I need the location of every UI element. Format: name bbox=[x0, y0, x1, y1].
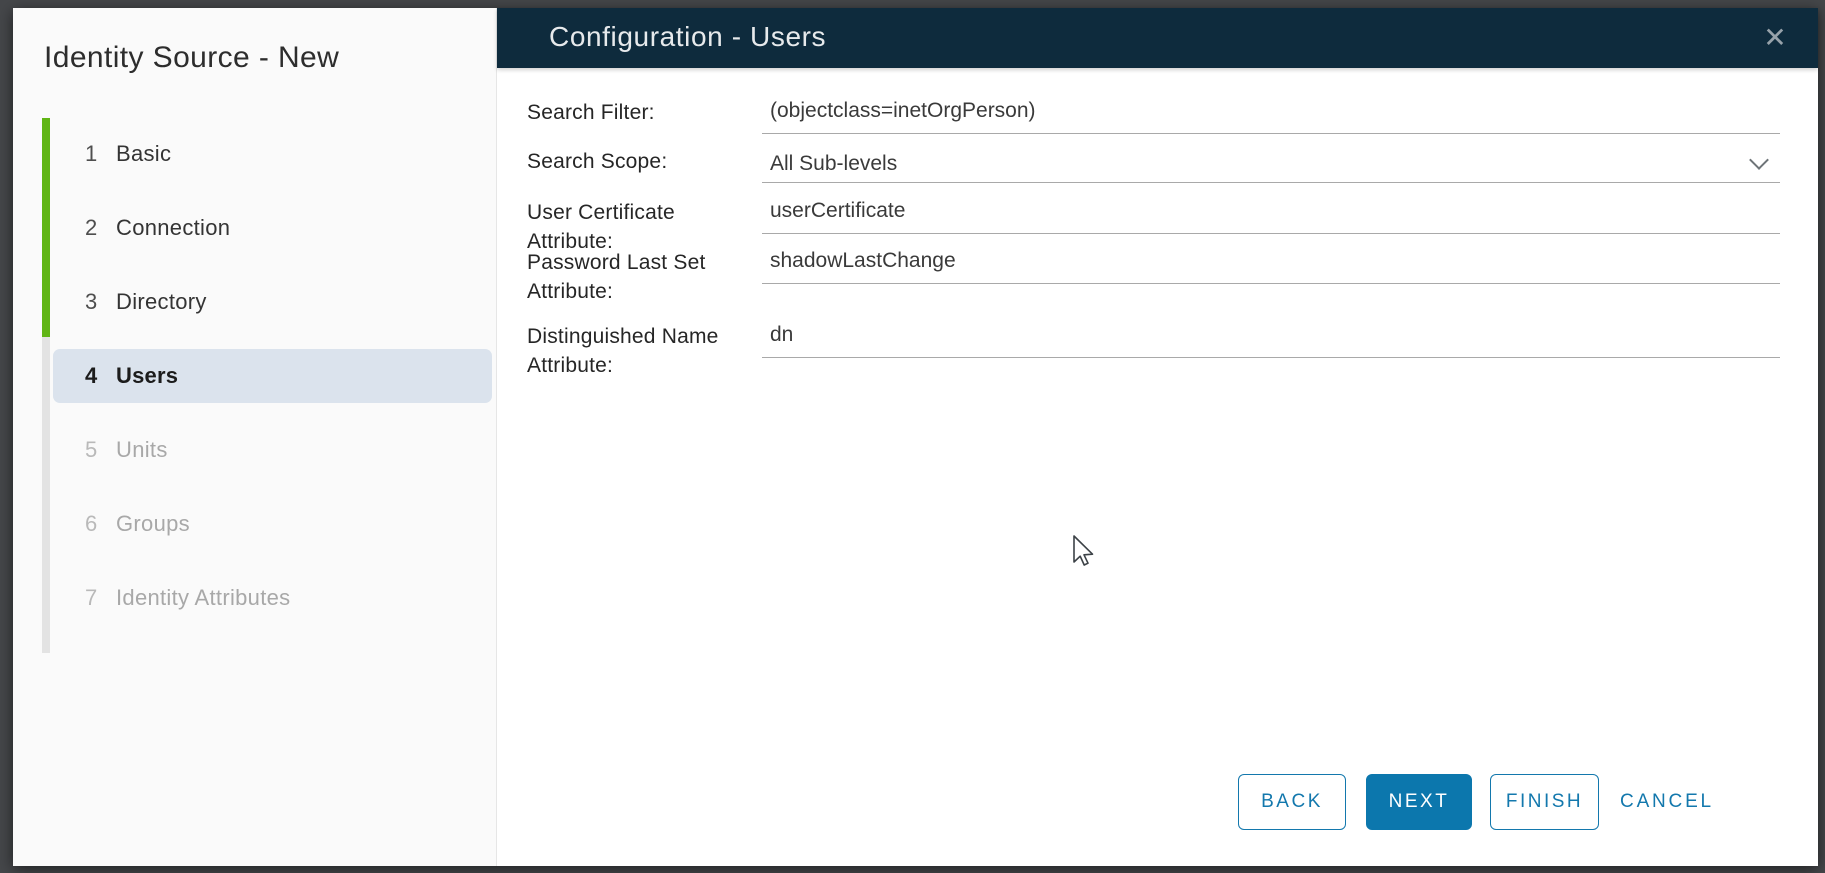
user-certificate-attribute-input[interactable] bbox=[770, 195, 1750, 233]
sidebar-step-users[interactable]: 4 Users bbox=[53, 349, 492, 403]
field-label: Search Scope: bbox=[527, 147, 755, 176]
sidebar-step-connection[interactable]: 2 Connection bbox=[53, 201, 492, 255]
sidebar-step-directory[interactable]: 3 Directory bbox=[53, 275, 492, 329]
step-number: 4 bbox=[85, 363, 116, 389]
field-row-user-certificate-attribute: User Certificate Attribute: bbox=[762, 194, 1780, 234]
sidebar-step-basic[interactable]: 1 Basic bbox=[53, 127, 492, 181]
step-number: 1 bbox=[85, 141, 116, 167]
wizard-sidebar: Identity Source - New 1 Basic 2 Connecti… bbox=[13, 8, 497, 866]
field-row-distinguished-name-attribute: Distinguished Name Attribute: bbox=[762, 318, 1780, 358]
close-button[interactable]: ✕ bbox=[1754, 17, 1796, 59]
field-label: Search Filter: bbox=[527, 98, 755, 127]
step-label: Users bbox=[116, 363, 178, 389]
cancel-button[interactable]: CANCEL bbox=[1609, 774, 1725, 830]
step-label: Groups bbox=[116, 511, 190, 537]
selected-option: All Sub-levels bbox=[770, 152, 897, 176]
step-number: 5 bbox=[85, 437, 116, 463]
step-number: 2 bbox=[85, 215, 116, 241]
chevron-down-icon bbox=[1749, 150, 1769, 170]
search-scope-select[interactable]: All Sub-levels bbox=[770, 144, 1780, 182]
step-number: 6 bbox=[85, 511, 116, 537]
field-label: Password Last Set Attribute: bbox=[527, 248, 755, 306]
password-last-set-attribute-input[interactable] bbox=[770, 245, 1750, 283]
identity-source-wizard-dialog: Identity Source - New 1 Basic 2 Connecti… bbox=[13, 8, 1818, 866]
wizard-title: Identity Source - New bbox=[44, 41, 339, 75]
page-title: Configuration - Users bbox=[549, 21, 826, 53]
screen: Identity Source - New 1 Basic 2 Connecti… bbox=[0, 0, 1825, 873]
step-label: Connection bbox=[116, 215, 230, 241]
field-row-search-filter: Search Filter: bbox=[762, 94, 1780, 134]
back-button[interactable]: BACK bbox=[1238, 774, 1346, 830]
sidebar-step-groups: 6 Groups bbox=[53, 497, 492, 551]
finish-button[interactable]: FINISH bbox=[1490, 774, 1599, 830]
step-number: 3 bbox=[85, 289, 116, 315]
step-label: Basic bbox=[116, 141, 171, 167]
step-label: Identity Attributes bbox=[116, 585, 290, 611]
wizard-main-pane: Configuration - Users ✕ Search Filter: S… bbox=[497, 8, 1818, 866]
step-label: Directory bbox=[116, 289, 207, 315]
wizard-steps-list: 1 Basic 2 Connection 3 Directory 4 Users… bbox=[13, 127, 496, 645]
sidebar-step-identity-attributes: 7 Identity Attributes bbox=[53, 571, 492, 625]
search-filter-input[interactable] bbox=[770, 95, 1750, 133]
distinguished-name-attribute-input[interactable] bbox=[770, 319, 1750, 357]
next-button[interactable]: NEXT bbox=[1366, 774, 1472, 830]
field-row-password-last-set-attribute: Password Last Set Attribute: bbox=[762, 244, 1780, 284]
step-label: Units bbox=[116, 437, 168, 463]
field-label: Distinguished Name Attribute: bbox=[527, 322, 755, 380]
sidebar-step-units: 5 Units bbox=[53, 423, 492, 477]
step-number: 7 bbox=[85, 585, 116, 611]
modal-header: Configuration - Users ✕ bbox=[497, 8, 1818, 68]
field-row-search-scope: Search Scope: All Sub-levels bbox=[762, 143, 1780, 183]
